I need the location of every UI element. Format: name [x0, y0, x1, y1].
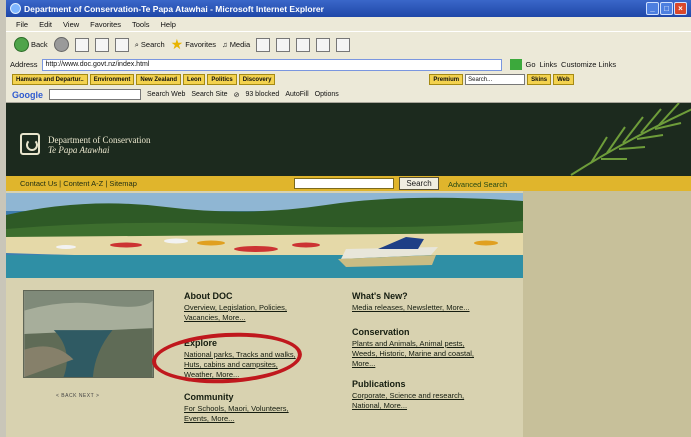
customize-links-button[interactable]: Customize Links [561, 60, 616, 69]
forward-button[interactable] [53, 37, 69, 52]
photo-pagination[interactable]: < BACK NEXT > [56, 393, 99, 399]
edit-icon[interactable] [316, 37, 331, 52]
section-title[interactable]: Conservation [352, 327, 502, 337]
history-icon[interactable] [256, 37, 271, 52]
section-whats-new: What's New? Media releases, Newsletter, … [352, 291, 502, 313]
search-button[interactable]: ⌕ Search [135, 40, 165, 50]
site-search-button[interactable]: Search [399, 177, 439, 190]
links-button[interactable]: Links [540, 60, 558, 69]
back-button[interactable]: Back [14, 37, 48, 52]
menu-file[interactable]: File [16, 20, 28, 29]
section-title[interactable]: Community [184, 392, 334, 402]
media-button[interactable]: ♫ Media [222, 40, 250, 49]
link-chip[interactable]: New Zealand [136, 74, 182, 85]
stop-icon[interactable] [74, 37, 89, 52]
magnifier-icon: ⌕ [134, 39, 139, 49]
search-web-button[interactable]: Search Web [147, 91, 185, 98]
featured-photo[interactable] [23, 290, 154, 378]
refresh-icon[interactable] [94, 37, 109, 52]
section-link-line[interactable]: National, More... [352, 401, 407, 410]
section-title[interactable]: About DOC [184, 291, 334, 301]
section-link-line[interactable]: For Schools, Maori, Volunteers, [184, 404, 289, 413]
skins-button[interactable]: Skins [527, 74, 552, 85]
google-logo: Google [12, 89, 43, 100]
section-title[interactable]: Publications [352, 379, 502, 389]
popup-blocker-icon[interactable]: ⊘ [234, 91, 240, 99]
menu-bar: File Edit View Favorites Tools Help [6, 17, 691, 31]
section-link-line[interactable]: Events, More... [184, 414, 234, 423]
toolbar-search-input[interactable]: Search... [465, 74, 526, 85]
section-conservation: Conservation Plants and Animals, Animal … [352, 327, 502, 369]
section-publications: Publications Corporate, Science and rese… [352, 379, 502, 411]
menu-help[interactable]: Help [161, 20, 176, 29]
section-title[interactable]: What's New? [352, 291, 502, 301]
maximize-icon[interactable]: □ [660, 2, 673, 15]
link-chip[interactable]: Discovery [238, 74, 276, 85]
links-toolbar: Hamuera and Departur.. Environment New Z… [6, 72, 691, 87]
go-icon[interactable] [509, 59, 522, 70]
menu-edit[interactable]: Edit [39, 20, 52, 29]
window-controls: _ □ × [646, 2, 687, 15]
star-icon: ★ [170, 36, 184, 52]
section-link-line[interactable]: Media releases, Newsletter, More... [352, 303, 470, 312]
site-header: Department of Conservation Te Papa Atawh… [6, 103, 691, 176]
doc-logo-icon[interactable] [20, 133, 40, 155]
advanced-search-link[interactable]: Advanced Search [448, 180, 507, 189]
address-input[interactable]: http://www.doc.govt.nz/index.html [41, 58, 502, 71]
section-link-line[interactable]: Overview, Legislation, Policies, [184, 303, 287, 312]
back-arrow-icon [14, 37, 29, 52]
link-chip[interactable]: Politics [207, 74, 237, 85]
minimize-icon[interactable]: _ [646, 2, 659, 15]
menu-favorites[interactable]: Favorites [90, 20, 121, 29]
google-search-input[interactable] [49, 89, 141, 100]
options-button[interactable]: Options [315, 91, 339, 98]
section-about: About DOC Overview, Legislation, Policie… [184, 291, 334, 323]
address-label: Address [10, 60, 38, 69]
section-link-line[interactable]: Plants and Animals, Animal pests, [352, 339, 465, 348]
banner-side-panel [523, 191, 691, 437]
link-chip[interactable]: Environment [89, 74, 135, 85]
home-icon[interactable] [114, 37, 129, 52]
search-site-button[interactable]: Search Site [191, 91, 227, 98]
address-bar: Address http://www.doc.govt.nz/index.htm… [6, 57, 691, 72]
popups-blocked-count[interactable]: 93 blocked [245, 91, 279, 98]
close-icon[interactable]: × [674, 2, 687, 15]
media-icon: ♫ [222, 40, 228, 49]
mail-icon[interactable] [276, 37, 291, 52]
web-button[interactable]: Web [553, 74, 574, 85]
site-title[interactable]: Department of Conservation Te Papa Atawh… [48, 135, 150, 155]
window-title: Department of Conservation-Te Papa Atawh… [24, 3, 324, 14]
favorites-button[interactable]: ★ Favorites [171, 36, 216, 53]
window-titlebar: Department of Conservation-Te Papa Atawh… [6, 0, 691, 17]
print-icon[interactable] [296, 37, 311, 52]
site-subname: Te Papa Atawhai [48, 145, 110, 155]
beach-banner-image [6, 193, 523, 278]
standard-toolbar: Back ⌕ Search ★ Favorites ♫ Media [6, 31, 691, 57]
go-button[interactable]: Go [526, 60, 536, 69]
section-link-line[interactable]: Corporate, Science and research, [352, 391, 464, 400]
autofill-button[interactable]: AutoFill [285, 91, 308, 98]
utility-bar: Contact Us | Content A-Z | Sitemap Searc… [6, 176, 691, 191]
site-name: Department of Conservation [48, 135, 151, 145]
premium-button[interactable]: Premium [429, 74, 464, 85]
google-toolbar: Google Search Web Search Site ⊘ 93 block… [6, 87, 691, 103]
link-chip[interactable]: Hamuera and Departur.. [12, 74, 88, 85]
section-community: Community For Schools, Maori, Volunteers… [184, 392, 334, 424]
section-link-line[interactable]: More... [352, 359, 375, 368]
section-link-line[interactable]: Vacancies, More... [184, 313, 246, 322]
menu-tools[interactable]: Tools [132, 20, 150, 29]
utility-links[interactable]: Contact Us | Content A-Z | Sitemap [20, 179, 137, 188]
internet-explorer-icon [10, 3, 21, 14]
fern-leaf-icon [570, 103, 691, 176]
section-link-line[interactable]: Weeds, Historic, Marine and coastal, [352, 349, 474, 358]
site-search-input[interactable] [294, 178, 394, 189]
link-chip[interactable]: Leon [183, 74, 206, 85]
messenger-icon[interactable] [336, 37, 351, 52]
menu-view[interactable]: View [63, 20, 79, 29]
web-page: Department of Conservation Te Papa Atawh… [6, 103, 691, 437]
